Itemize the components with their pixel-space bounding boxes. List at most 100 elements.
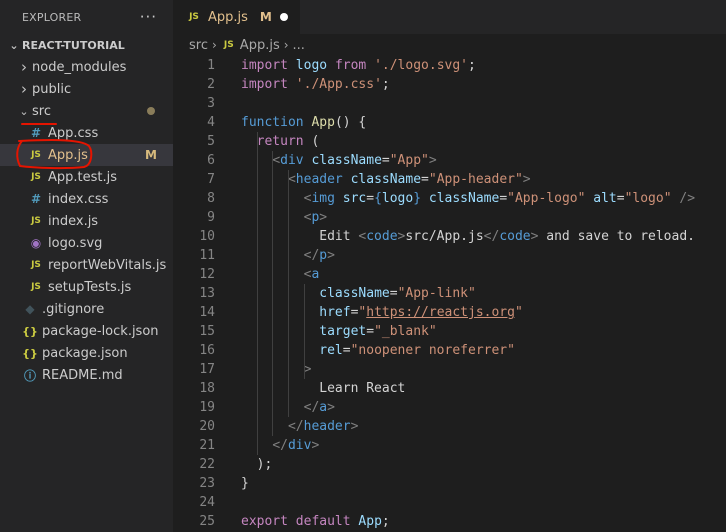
code-line[interactable]: 10 Edit <code>src/App.js</code> and save… bbox=[173, 227, 695, 246]
code-line[interactable]: 11 </p> bbox=[173, 246, 335, 265]
code-text: </header> bbox=[241, 417, 358, 436]
code-token: = bbox=[499, 191, 508, 206]
tree-item-label: App.js bbox=[48, 147, 88, 163]
code-token: = bbox=[616, 191, 625, 206]
code-token: p bbox=[319, 248, 328, 263]
code-line[interactable]: 13 className="App-link" bbox=[173, 284, 476, 303]
code-token: "App-link" bbox=[397, 286, 476, 301]
file-item[interactable]: JS App.js M bbox=[0, 144, 173, 166]
tree-item-label: reportWebVitals.js bbox=[48, 257, 167, 273]
line-number: 10 bbox=[199, 229, 215, 244]
code-token: './App.css' bbox=[295, 77, 382, 92]
file-item[interactable]: JS reportWebVitals.js bbox=[0, 254, 173, 276]
code-line[interactable]: 14 href="https://reactjs.org" bbox=[173, 303, 522, 322]
code-line[interactable]: 23} bbox=[173, 474, 248, 493]
breadcrumb-folder[interactable]: src bbox=[189, 38, 208, 53]
folder-item[interactable]: › public bbox=[0, 78, 173, 100]
code-line[interactable]: 6 <div className="App"> bbox=[173, 151, 437, 170]
file-item[interactable]: ◆ .gitignore bbox=[0, 298, 173, 320]
project-name: REACT-TUTORIAL bbox=[22, 38, 125, 52]
code-line[interactable]: 7 <header className="App-header"> bbox=[173, 170, 530, 189]
explorer-sidebar: EXPLORER ··· ⌄ REACT-TUTORIAL › node_modu… bbox=[0, 0, 173, 532]
code-token: </ bbox=[303, 400, 320, 415]
tree-item-label: App.test.js bbox=[48, 169, 118, 185]
json-file-icon: {} bbox=[22, 324, 38, 338]
code-token: header bbox=[295, 172, 343, 187]
code-line[interactable]: 4 function App() { bbox=[173, 113, 366, 132]
code-line[interactable]: 19 </a> bbox=[173, 398, 335, 417]
code-line[interactable]: 9 <p> bbox=[173, 208, 327, 227]
file-item[interactable]: {} package.json bbox=[0, 342, 173, 364]
more-actions-icon[interactable]: ··· bbox=[140, 8, 157, 26]
code-token: App bbox=[311, 115, 335, 130]
code-line[interactable]: 15 target="_blank" bbox=[173, 322, 436, 341]
line-number: 20 bbox=[199, 419, 215, 434]
breadcrumb-ellipsis[interactable]: ... bbox=[293, 38, 305, 53]
code-line[interactable]: 20 </header> bbox=[173, 417, 358, 436]
code-token: from bbox=[334, 58, 367, 73]
code-line[interactable]: 8 <img src={logo} className="App-logo" a… bbox=[173, 189, 695, 208]
code-line[interactable]: 2 import './App.css'; bbox=[173, 75, 390, 94]
line-number: 19 bbox=[199, 400, 215, 415]
code-text: export default App; bbox=[241, 512, 390, 531]
code-token: function bbox=[241, 115, 304, 130]
line-number: 4 bbox=[207, 115, 215, 130]
file-item[interactable]: JS index.js bbox=[0, 210, 173, 232]
file-item[interactable]: ◉ logo.svg bbox=[0, 232, 173, 254]
folder-item[interactable]: ⌄ src bbox=[0, 100, 173, 122]
explorer-header: EXPLORER ··· bbox=[0, 0, 173, 34]
code-line[interactable]: 16 rel="noopener noreferrer" bbox=[173, 341, 515, 360]
code-line[interactable]: 17 > bbox=[173, 360, 311, 379]
line-number: 7 bbox=[207, 172, 215, 187]
code-line[interactable]: 12 <a bbox=[173, 265, 319, 284]
tab-bar: JS App.js M bbox=[173, 0, 726, 34]
line-number: 1 bbox=[207, 58, 215, 73]
project-root[interactable]: ⌄ REACT-TUTORIAL bbox=[0, 34, 173, 56]
code-token: = bbox=[381, 153, 390, 168]
code-text: > bbox=[241, 360, 312, 379]
file-item[interactable]: {} package-lock.json bbox=[0, 320, 173, 342]
code-token: </ bbox=[287, 419, 304, 434]
css-file-icon: # bbox=[30, 126, 42, 140]
code-token: > bbox=[319, 210, 328, 225]
code-token: a bbox=[311, 267, 320, 282]
js-file-icon: JS bbox=[31, 172, 41, 182]
code-token: return bbox=[256, 134, 304, 149]
code-line[interactable]: 18 Learn React bbox=[173, 379, 405, 398]
code-text: <a bbox=[241, 265, 320, 284]
line-number: 24 bbox=[199, 495, 215, 510]
code-token: default bbox=[295, 514, 351, 529]
file-item[interactable]: ⓘ README.md bbox=[0, 364, 173, 386]
code-line[interactable]: 5 return ( bbox=[173, 132, 319, 151]
code-token: src/App.js bbox=[405, 229, 484, 244]
breadcrumb-file[interactable]: App.js bbox=[240, 38, 280, 53]
tab-app-js[interactable]: JS App.js M bbox=[173, 0, 300, 34]
indent-guide bbox=[256, 132, 258, 455]
file-item[interactable]: # index.css bbox=[0, 188, 173, 210]
code-text: Learn React bbox=[241, 379, 405, 398]
code-line[interactable]: 22 ); bbox=[173, 455, 272, 474]
file-item[interactable]: JS setupTests.js bbox=[0, 276, 173, 298]
code-token: > bbox=[327, 400, 335, 415]
code-token: = bbox=[342, 343, 351, 358]
tree-item-label: logo.svg bbox=[48, 235, 103, 251]
code-token: rel bbox=[319, 343, 343, 358]
line-number: 25 bbox=[199, 514, 215, 529]
code-line[interactable]: 21 </div> bbox=[173, 436, 319, 455]
code-token: className bbox=[319, 286, 390, 301]
unsaved-dot-icon[interactable] bbox=[279, 13, 288, 21]
folder-item[interactable]: › node_modules bbox=[0, 56, 173, 78]
file-item[interactable]: JS App.test.js bbox=[0, 166, 173, 188]
code-token: div bbox=[280, 153, 304, 168]
code-line[interactable]: 24 bbox=[173, 493, 215, 512]
code-line[interactable]: 1 import logo from './logo.svg'; bbox=[173, 56, 476, 75]
code-line[interactable]: 3 bbox=[173, 94, 215, 113]
file-item[interactable]: # App.css bbox=[0, 122, 173, 144]
code-text: </div> bbox=[241, 436, 319, 455]
code-token: () { bbox=[334, 115, 367, 130]
code-line[interactable]: 25 export default App; bbox=[173, 512, 389, 531]
chevron-right-icon: › bbox=[283, 38, 289, 52]
